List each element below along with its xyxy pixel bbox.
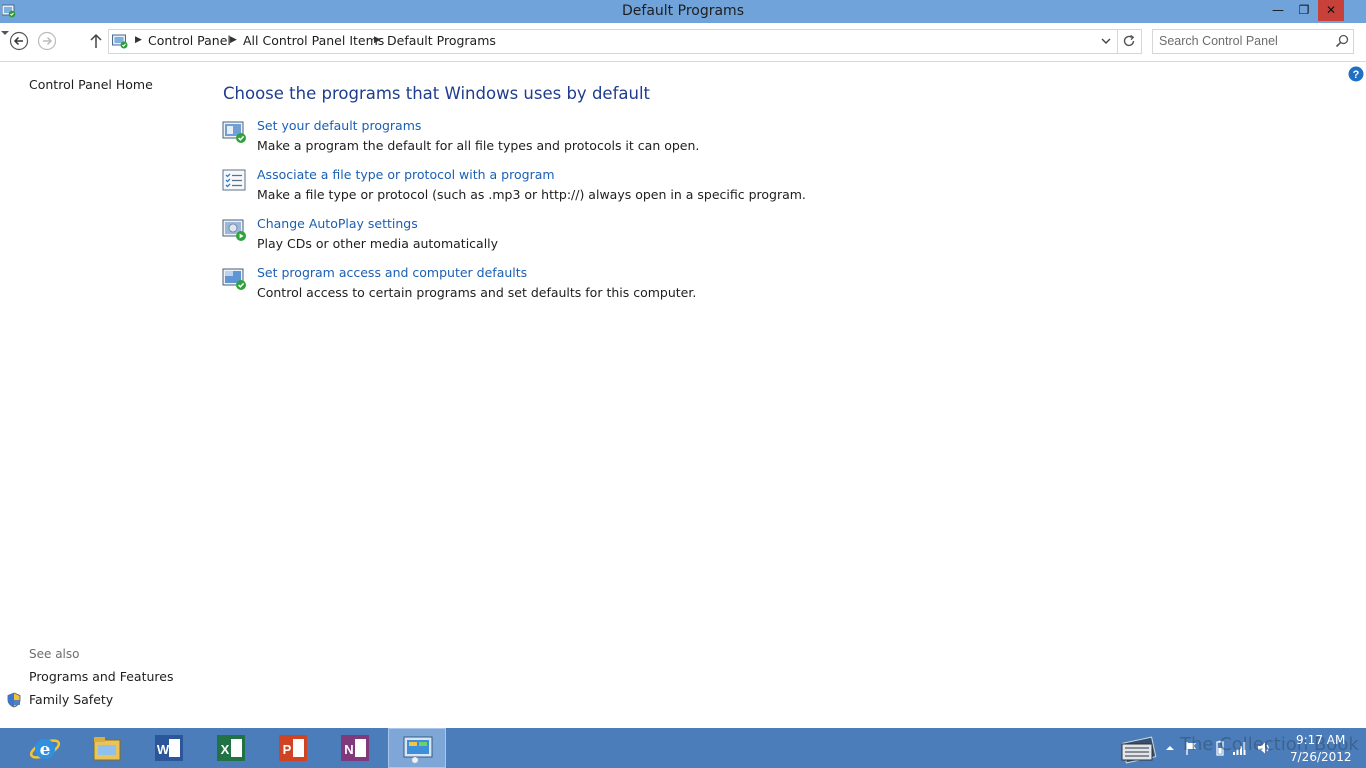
control-panel-icon: [403, 736, 433, 763]
svg-text:P: P: [283, 742, 292, 757]
touch-keyboard-icon[interactable]: [1118, 730, 1168, 766]
breadcrumb-separator-icon[interactable]: ▶: [230, 35, 237, 45]
search-input[interactable]: [1159, 32, 1324, 50]
task-set-default-programs: Set your default programs Make a program…: [222, 118, 922, 160]
minimize-button[interactable]: —: [1265, 0, 1291, 21]
up-arrow-icon[interactable]: [86, 31, 106, 51]
navigation-bar: ▶ Control Panel ▶ All Control Panel Item…: [0, 23, 1366, 62]
title-bar: Default Programs — ❐ ✕: [0, 0, 1366, 23]
help-icon[interactable]: ?: [1348, 66, 1364, 82]
svg-text:W: W: [157, 742, 170, 757]
taskbar: e W X P N The Collection Book 9:17 AM 7/…: [0, 728, 1366, 768]
program-access-icon: [222, 268, 246, 290]
breadcrumb-separator-icon[interactable]: ▶: [374, 35, 381, 45]
control-panel-home-link[interactable]: Control Panel Home: [29, 77, 153, 92]
program-access-link[interactable]: Set program access and computer defaults: [257, 265, 527, 280]
task-description: Play CDs or other media automatically: [257, 236, 499, 251]
taskbar-app-file-explorer[interactable]: [78, 728, 136, 768]
breadcrumb-all-items[interactable]: All Control Panel Items: [243, 33, 384, 48]
taskbar-app-excel[interactable]: X: [202, 728, 260, 768]
task-description: Make a program the default for all file …: [257, 138, 700, 153]
restore-button[interactable]: ❐: [1291, 0, 1317, 21]
powerpoint-icon: P: [279, 735, 307, 761]
back-arrow-icon[interactable]: [9, 31, 29, 51]
search-box[interactable]: [1152, 29, 1354, 54]
file-explorer-icon: [93, 737, 121, 761]
family-safety-link[interactable]: Family Safety: [29, 692, 113, 707]
address-bar[interactable]: ▶ Control Panel ▶ All Control Panel Item…: [108, 29, 1142, 54]
taskbar-app-word[interactable]: W: [140, 728, 198, 768]
clock-date[interactable]: 7/26/2012: [1290, 750, 1352, 764]
window-title: Default Programs: [622, 3, 744, 19]
associate-file-type-link[interactable]: Associate a file type or protocol with a…: [257, 167, 555, 182]
clock-time[interactable]: 9:17 AM: [1296, 733, 1345, 747]
excel-icon: X: [217, 735, 245, 761]
search-icon[interactable]: [1335, 34, 1349, 48]
svg-text:?: ?: [1353, 69, 1360, 81]
breadcrumb-separator-icon[interactable]: ▶: [135, 35, 142, 45]
taskbar-app-internet-explorer[interactable]: e: [16, 728, 74, 768]
family-safety-shield-icon: [7, 692, 21, 708]
svg-text:e: e: [40, 740, 51, 760]
set-default-programs-link[interactable]: Set your default programs: [257, 118, 421, 133]
task-program-access: Set program access and computer defaults…: [222, 265, 922, 307]
taskbar-app-powerpoint[interactable]: P: [264, 728, 322, 768]
forward-arrow-icon[interactable]: [37, 31, 57, 51]
breadcrumb-control-panel[interactable]: Control Panel: [148, 33, 231, 48]
svg-text:N: N: [344, 742, 353, 757]
address-dropdown-chevron-icon[interactable]: [1099, 34, 1113, 48]
programs-and-features-link[interactable]: Programs and Features: [29, 669, 173, 684]
address-divider: [1117, 30, 1118, 53]
change-autoplay-link[interactable]: Change AutoPlay settings: [257, 216, 418, 231]
file-association-icon: [222, 169, 246, 191]
internet-explorer-icon: e: [29, 739, 61, 760]
taskbar-app-control-panel[interactable]: [388, 728, 446, 768]
taskbar-app-onenote[interactable]: N: [326, 728, 384, 768]
refresh-icon[interactable]: [1121, 33, 1137, 49]
close-button[interactable]: ✕: [1318, 0, 1344, 21]
page-title: Choose the programs that Windows uses by…: [223, 84, 650, 103]
task-description: Control access to certain programs and s…: [257, 285, 697, 300]
control-panel-icon: [112, 34, 128, 49]
task-autoplay: Change AutoPlay settings Play CDs or oth…: [222, 216, 922, 258]
autoplay-icon: [222, 219, 246, 241]
show-hidden-icons-chevron-icon[interactable]: [1162, 740, 1178, 756]
default-programs-icon: [222, 121, 246, 143]
task-description: Make a file type or protocol (such as .m…: [257, 187, 806, 202]
onenote-icon: N: [341, 735, 369, 761]
svg-text:X: X: [221, 742, 230, 757]
see-also-label: See also: [29, 647, 80, 661]
task-associate-file-type: Associate a file type or protocol with a…: [222, 167, 922, 209]
word-icon: W: [155, 735, 183, 761]
breadcrumb-default-programs[interactable]: Default Programs: [387, 33, 496, 48]
